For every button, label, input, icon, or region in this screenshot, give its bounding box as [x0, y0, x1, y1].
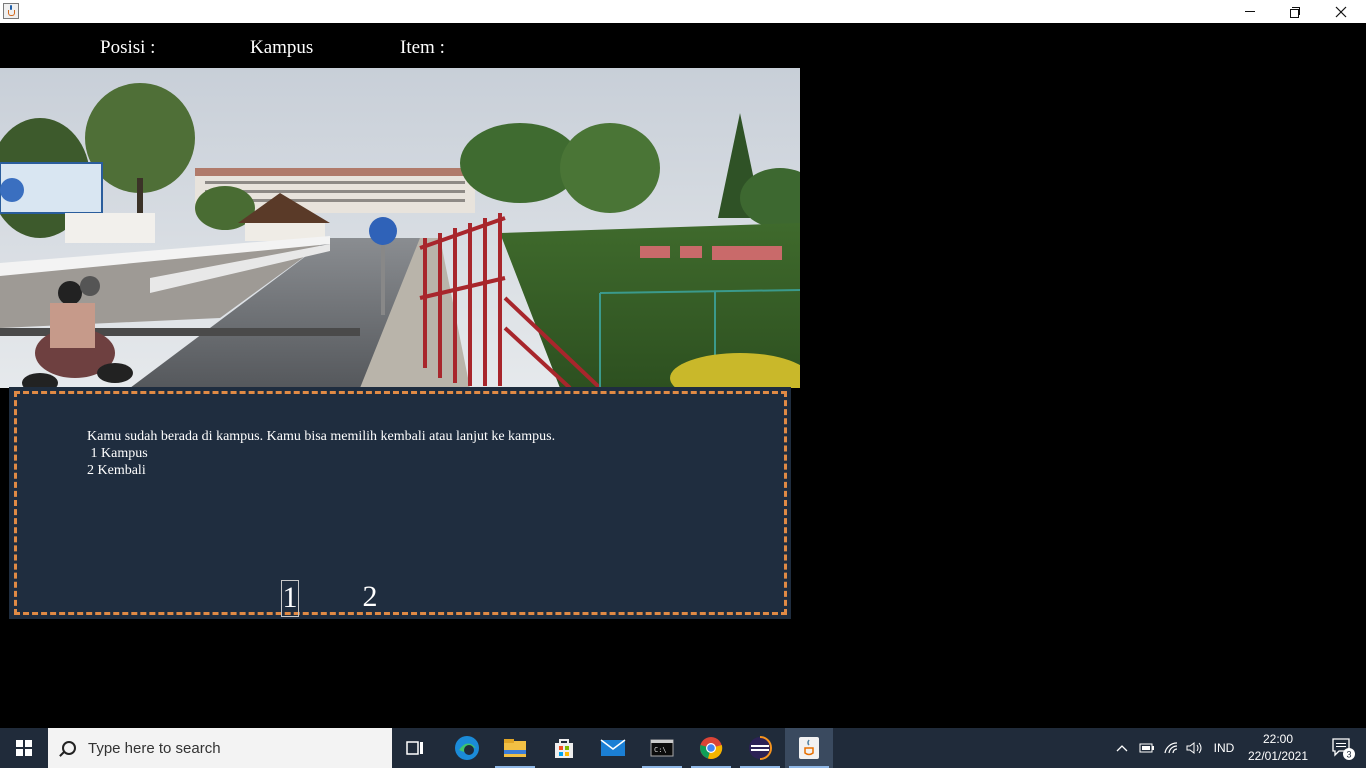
- choice-1-button[interactable]: 1: [281, 580, 299, 617]
- notification-count: 3: [1346, 750, 1351, 760]
- item-label: Item :: [400, 37, 445, 58]
- store-icon: [555, 739, 573, 758]
- mail-icon: [600, 739, 626, 756]
- restore-icon: [1290, 6, 1300, 18]
- position-label: Posisi :: [100, 37, 156, 58]
- clock[interactable]: 22:00 22/01/2021: [1245, 731, 1311, 765]
- minimize-icon: [1245, 11, 1255, 12]
- edge-button[interactable]: [443, 728, 491, 768]
- choice-2-button[interactable]: 2: [361, 580, 379, 617]
- battery-button[interactable]: [1136, 728, 1158, 768]
- story-text: Kamu sudah berada di kampus. Kamu bisa m…: [87, 429, 556, 478]
- campus-scene-image: [0, 68, 800, 388]
- volume-button[interactable]: [1184, 728, 1206, 768]
- chrome-button[interactable]: [687, 728, 735, 768]
- windows-icon: [16, 740, 32, 756]
- notification-icon: 3: [1332, 738, 1355, 760]
- position-value: Kampus: [250, 37, 314, 58]
- title-bar: [0, 0, 1366, 23]
- chevron-up-icon: [1116, 745, 1128, 752]
- status-bar: Posisi : Kampus Item :: [0, 23, 800, 68]
- taskbar: Type here to search C:\ IND 22:00 22/01/: [0, 728, 1366, 768]
- show-hidden-icons-button[interactable]: [1112, 728, 1132, 768]
- edge-icon: [455, 736, 479, 760]
- restore-button[interactable]: [1272, 0, 1318, 23]
- search-icon: [62, 741, 76, 755]
- clock-date: 22/01/2021: [1247, 749, 1309, 763]
- minimize-button[interactable]: [1227, 0, 1273, 23]
- svg-text:C:\: C:\: [654, 746, 667, 754]
- close-button[interactable]: [1318, 0, 1364, 23]
- story-panel: Kamu sudah berada di kampus. Kamu bisa m…: [9, 387, 791, 619]
- clock-time: 22:00: [1262, 732, 1294, 746]
- close-icon: [1335, 6, 1347, 17]
- battery-icon: [1139, 743, 1154, 753]
- story-panel-border: [14, 391, 787, 615]
- wifi-icon: [1164, 742, 1178, 754]
- store-button[interactable]: [540, 728, 588, 768]
- file-explorer-icon: [504, 739, 526, 757]
- network-button[interactable]: [1160, 728, 1182, 768]
- chrome-icon: [700, 737, 723, 759]
- language-indicator[interactable]: IND: [1208, 728, 1240, 768]
- java-icon: [799, 737, 819, 759]
- eclipse-button[interactable]: [736, 728, 784, 768]
- task-view-button[interactable]: [392, 728, 440, 768]
- eclipse-icon: [749, 736, 772, 760]
- search-placeholder: Type here to search: [88, 739, 221, 757]
- game-window: Posisi : Kampus Item : Kamu sudah berada…: [0, 23, 1366, 728]
- task-view-icon: [406, 741, 423, 755]
- file-explorer-button[interactable]: [491, 728, 539, 768]
- volume-icon: [1186, 742, 1202, 754]
- start-button[interactable]: [0, 728, 48, 768]
- search-box[interactable]: Type here to search: [48, 728, 392, 768]
- mail-button[interactable]: [589, 728, 637, 768]
- notification-button[interactable]: 3: [1320, 728, 1366, 768]
- java-app-button[interactable]: [785, 728, 833, 768]
- java-icon: [3, 3, 19, 19]
- terminal-icon: C:\: [650, 739, 674, 757]
- terminal-button[interactable]: C:\: [638, 728, 686, 768]
